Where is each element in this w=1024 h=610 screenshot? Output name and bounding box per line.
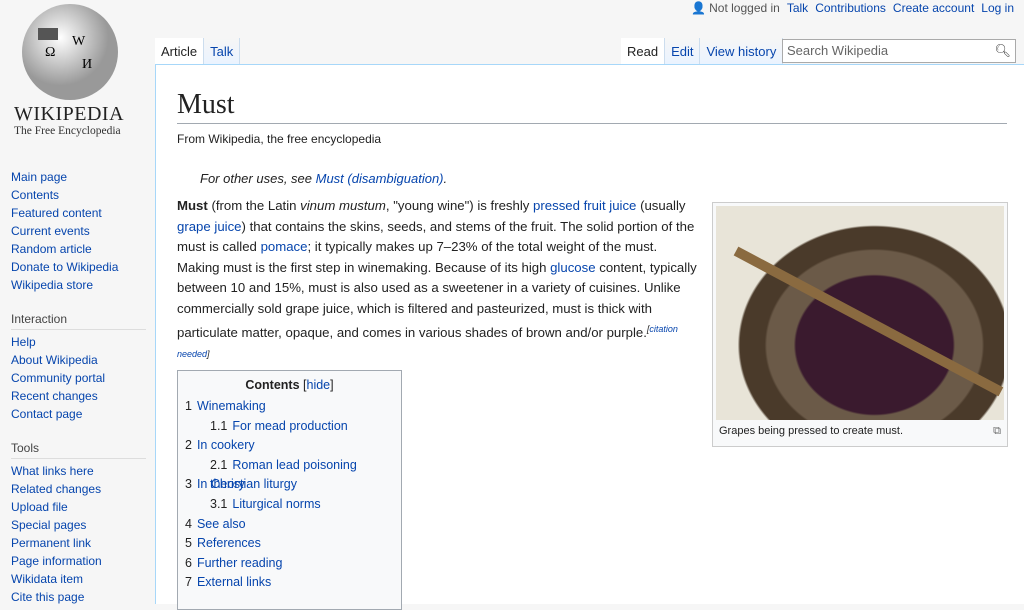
glucose-link[interactable]: glucose [550, 260, 595, 275]
tab-read[interactable]: Read [621, 38, 666, 64]
sidebar-item-main-page[interactable]: Main page [11, 168, 151, 186]
toc-number: 5 [185, 536, 192, 551]
sidebar-item-page-information[interactable]: Page information [11, 552, 151, 570]
toc-number: 1 [185, 399, 192, 413]
user-icon: 👤 [691, 1, 707, 15]
sidebar-item-what-links-here[interactable]: What links here [11, 462, 151, 480]
toc-number: 6 [185, 555, 192, 570]
sidebar-item-about-wikipedia[interactable]: About Wikipedia [11, 351, 151, 369]
toc-item[interactable]: 6 Further reading [185, 554, 394, 574]
toc-link[interactable]: Liturgical norms [232, 497, 320, 511]
disambiguation-link[interactable]: Must (disambiguation) [316, 171, 444, 186]
toc-link[interactable]: In Christian liturgy [197, 477, 297, 491]
enlarge-icon[interactable]: ⧉ [993, 425, 1001, 438]
toc-link[interactable]: See also [197, 517, 246, 531]
toc-hide-toggle[interactable]: hide [307, 378, 331, 392]
grape-press-image[interactable] [716, 206, 1004, 420]
sidebar-item-donate-to-wikipedia[interactable]: Donate to Wikipedia [11, 258, 151, 276]
svg-text:И: И [82, 57, 92, 72]
tab-view-history[interactable]: View history [700, 38, 784, 64]
sidebar-item-help[interactable]: Help [11, 333, 151, 351]
pressed-fruit-juice-link[interactable]: pressed fruit juice [533, 198, 636, 213]
talk-link[interactable]: Talk [787, 0, 808, 16]
sidebar-item-special-pages[interactable]: Special pages [11, 516, 151, 534]
toc-link[interactable]: External links [197, 575, 271, 589]
toc-item[interactable]: 7 External links [185, 573, 394, 593]
grape-juice-link[interactable]: grape juice [177, 219, 242, 234]
toc-link[interactable]: References [197, 536, 261, 550]
toc-item[interactable]: 3.1 Liturgical norms [185, 495, 394, 515]
interaction-heading: Interaction [11, 308, 146, 330]
lead-paragraph: Must (from the Latin vinum mustum, "youn… [177, 198, 697, 359]
sidebar: Main page Contents Featured content Current… [11, 168, 151, 606]
search-input[interactable]: Search Wikipedia 🔍︎ [782, 39, 1016, 63]
log-in-link[interactable]: Log in [981, 0, 1014, 16]
toc-link[interactable]: For mead production [232, 419, 347, 433]
toc-number: 3 [185, 477, 192, 492]
sidebar-item-upload-file[interactable]: Upload file [11, 498, 151, 516]
toc-item[interactable]: 4 See also [185, 515, 394, 535]
toc-item[interactable]: 2.1 Roman lead poisoning theory [185, 456, 394, 492]
tools-heading: Tools [11, 437, 146, 459]
namespace-tabs: Article Talk [155, 38, 241, 64]
site-sub: From Wikipedia, the free encyclopedia [177, 132, 382, 146]
sidebar-item-community-portal[interactable]: Community portal [11, 369, 151, 387]
view-tabs: Read Edit View history [621, 38, 784, 64]
toc-item[interactable]: 3 In Christian liturgy [185, 475, 394, 495]
sidebar-item-contents[interactable]: Contents [11, 186, 151, 204]
svg-text:WIKIPEDIA: WIKIPEDIA [14, 103, 124, 125]
toc-item[interactable]: 5 References [185, 534, 394, 554]
sidebar-item-permanent-link[interactable]: Permanent link [11, 534, 151, 552]
sidebar-item-current-events[interactable]: Current events [11, 222, 151, 240]
image-thumbnail: Grapes being pressed to create must. ⧉ [712, 202, 1008, 447]
sidebar-item-related-changes[interactable]: Related changes [11, 480, 151, 498]
sidebar-item-random-article[interactable]: Random article [11, 240, 151, 258]
toc-number: 3.1 [210, 496, 228, 511]
search-icon[interactable]: 🔍︎ [994, 43, 1011, 59]
sidebar-item-contact-page[interactable]: Contact page [11, 405, 151, 423]
tab-talk[interactable]: Talk [204, 38, 241, 64]
toc-item[interactable]: 2 In cookery [185, 436, 394, 456]
wikipedia-logo[interactable]: Ω W И WIKIPEDIA The Free Encyclopedia [0, 0, 155, 160]
sidebar-item-wikipedia-store[interactable]: Wikipedia store [11, 276, 151, 294]
toc-number: 2.1 [210, 457, 228, 472]
toc-number: 2 [185, 438, 192, 453]
toc-link[interactable]: In cookery [197, 438, 255, 452]
toc-number: 4 [185, 516, 192, 531]
toc-item[interactable]: 1.1 For mead production [185, 417, 394, 437]
svg-text:Ω: Ω [45, 45, 55, 60]
svg-text:W: W [72, 34, 86, 49]
personal-tools: 👤 Not logged in Talk Contributions Create… [691, 0, 1014, 16]
create-account-link[interactable]: Create account [893, 0, 974, 16]
sidebar-item-featured-content[interactable]: Featured content [11, 204, 151, 222]
toc-link[interactable]: Winemaking [197, 399, 266, 413]
not-logged-in: 👤 Not logged in [691, 1, 780, 15]
image-caption: Grapes being pressed to create must. [719, 425, 904, 437]
toc-link[interactable]: Further reading [197, 556, 282, 570]
sidebar-item-wikidata-item[interactable]: Wikidata item [11, 570, 151, 588]
tab-article[interactable]: Article [155, 38, 205, 64]
toc-number: 7 [185, 575, 192, 590]
page-title: Must [177, 89, 1007, 124]
contributions-link[interactable]: Contributions [815, 0, 886, 16]
sidebar-item-recent-changes[interactable]: Recent changes [11, 387, 151, 405]
content: Must From Wikipedia, the free encycloped… [155, 64, 1024, 610]
sidebar-item-cite-this-page[interactable]: Cite this page [11, 588, 151, 606]
toc-item[interactable]: 1 Winemaking [185, 397, 394, 417]
hatnote: For other uses, see Must (disambiguation… [200, 171, 448, 186]
pomace-link[interactable]: pomace [261, 239, 308, 254]
toc-number: 1.1 [210, 418, 228, 433]
tab-edit[interactable]: Edit [665, 38, 701, 64]
svg-text:The Free Encyclopedia: The Free Encyclopedia [14, 125, 121, 137]
table-of-contents: Contents [hide] 1 Winemaking 1.1 For mead p… [177, 370, 402, 610]
